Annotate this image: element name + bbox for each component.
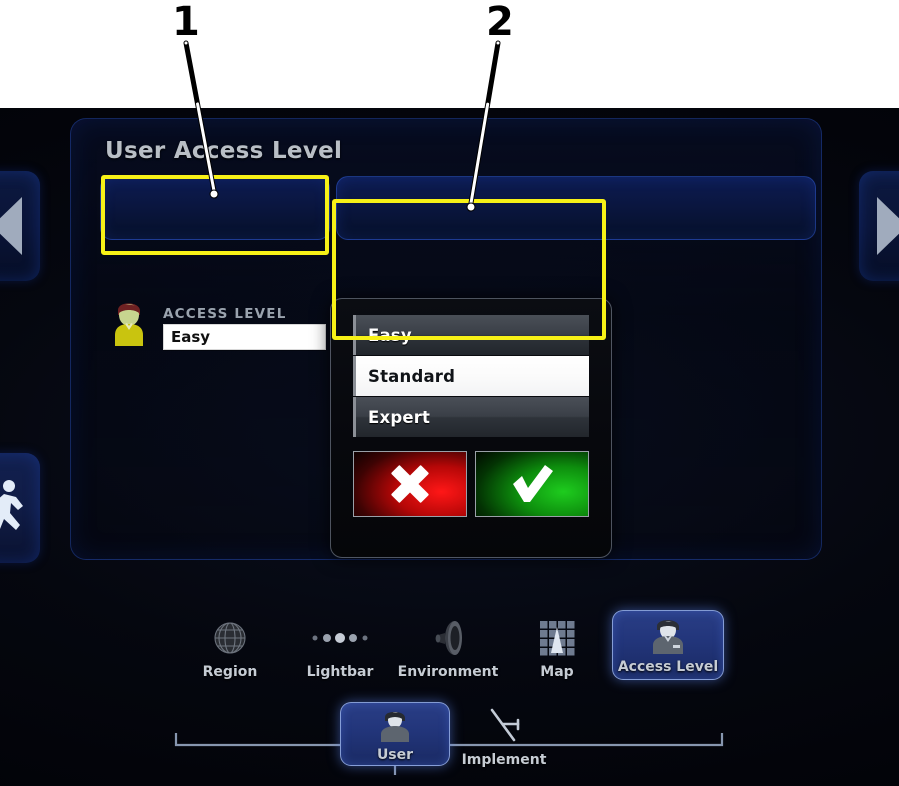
confirm-button[interactable] [475, 451, 589, 517]
device-screen: User Access Level ACCESS LEVEL Easy Easy [0, 108, 899, 786]
cancel-button[interactable] [353, 451, 467, 517]
annotation-banner [0, 0, 899, 108]
running-person-icon [0, 480, 23, 530]
option-easy[interactable]: Easy [353, 315, 589, 355]
secondary-nav-row: User Implement [0, 698, 899, 786]
option-expert-label: Expert [368, 407, 431, 427]
access-level-value: Easy [171, 328, 211, 346]
nav-item-region-label: Region [202, 664, 258, 680]
option-easy-label: Easy [368, 325, 412, 345]
user-avatar-icon [115, 303, 143, 346]
empty-field-slot[interactable] [336, 176, 816, 240]
next-page-button[interactable] [859, 171, 899, 281]
cross-icon [391, 465, 429, 503]
triangle-left-icon [0, 197, 22, 255]
page-title: User Access Level [105, 138, 343, 164]
nav-item-access-level-label: Access Level [617, 659, 719, 675]
map-grid-icon [502, 616, 612, 660]
nav-item-access-level[interactable]: Access Level [612, 610, 724, 680]
nav-item-lightbar[interactable]: Lightbar [285, 616, 395, 680]
check-icon [513, 465, 553, 502]
previous-page-button[interactable] [0, 171, 40, 281]
nav-item-environment-label: Environment [397, 664, 499, 680]
access-level-option-list: Easy Standard Expert [353, 315, 589, 438]
nav-item-implement-label: Implement [461, 752, 547, 768]
nav-item-region[interactable]: Region [175, 616, 285, 680]
nav-item-user[interactable]: User [340, 702, 450, 766]
annotation-number-2: 2 [486, 0, 514, 45]
access-level-label: ACCESS LEVEL [163, 306, 287, 322]
screenshot-root: User Access Level ACCESS LEVEL Easy Easy [0, 0, 899, 786]
nav-item-implement[interactable]: Implement [449, 704, 559, 768]
nav-item-environment[interactable]: Environment [393, 616, 503, 680]
escape-button[interactable] [0, 453, 40, 563]
primary-nav-row: Region Lightbar Environment Map Access L… [0, 608, 899, 708]
nav-item-map-label: Map [540, 664, 574, 680]
user-badge-icon [613, 615, 723, 655]
lightbar-dots-icon [285, 616, 395, 660]
implement-tool-icon [449, 704, 559, 748]
person-icon [341, 707, 449, 743]
nav-item-user-label: User [376, 747, 414, 763]
option-standard[interactable]: Standard [353, 356, 589, 396]
speaker-icon [393, 616, 503, 660]
annotation-number-1: 1 [172, 0, 200, 45]
dialog-button-row [353, 451, 589, 517]
globe-icon [175, 616, 285, 660]
access-level-dialog: Easy Standard Expert [330, 298, 612, 558]
nav-item-lightbar-label: Lightbar [306, 664, 374, 680]
option-standard-label: Standard [368, 366, 456, 386]
triangle-right-icon [877, 197, 899, 255]
field-band [100, 176, 816, 240]
option-expert[interactable]: Expert [353, 397, 589, 437]
access-level-field[interactable] [100, 176, 330, 240]
nav-item-map[interactable]: Map [502, 616, 612, 680]
access-level-value-box[interactable]: Easy [163, 324, 326, 350]
